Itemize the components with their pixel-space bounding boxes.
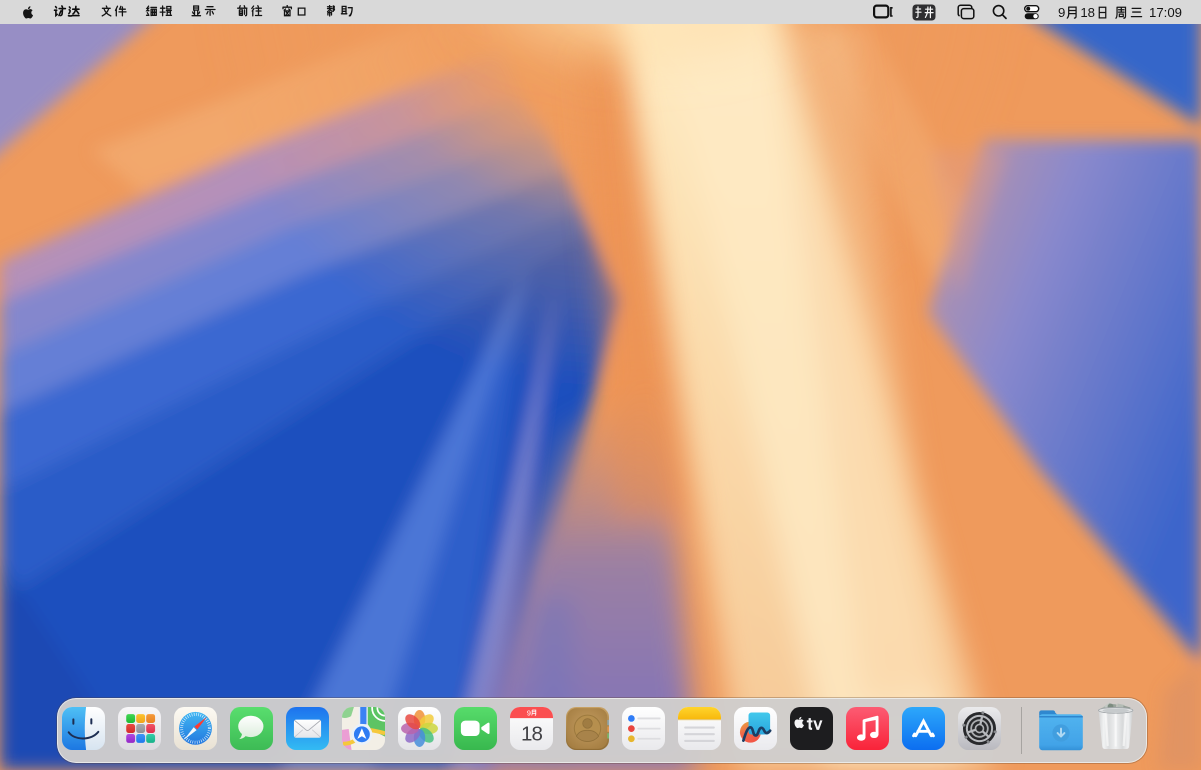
svg-text:9: 9 bbox=[527, 709, 531, 718]
svg-text:18: 18 bbox=[521, 723, 542, 746]
